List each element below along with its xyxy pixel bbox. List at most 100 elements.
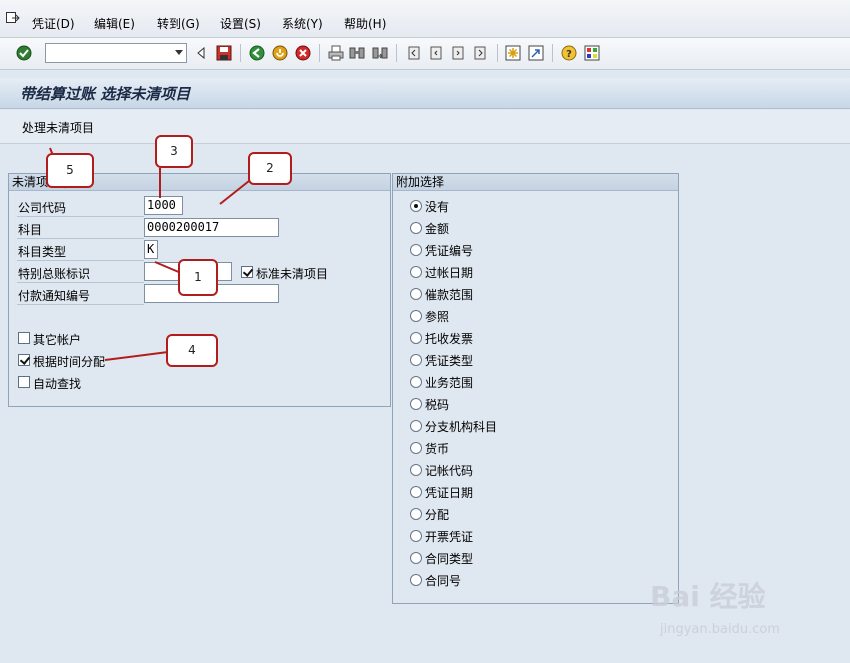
- callout-4: 4: [166, 334, 218, 367]
- account-type-label: 科目类型: [18, 245, 67, 259]
- radio-option[interactable]: [410, 288, 422, 300]
- radio-option-label: 记帐代码: [425, 464, 474, 478]
- toolbar-separator: [497, 44, 498, 62]
- radio-option[interactable]: [410, 420, 422, 432]
- menu-system[interactable]: 系统(Y): [282, 15, 323, 32]
- account-type-field[interactable]: K: [144, 240, 158, 259]
- additional-selections-title: 附加选择: [393, 174, 678, 191]
- first-page-icon[interactable]: [406, 45, 422, 61]
- callout-5: 5: [46, 153, 94, 188]
- radio-option-label: 金额: [425, 222, 450, 236]
- radio-option[interactable]: [410, 244, 422, 256]
- radio-option[interactable]: [410, 200, 422, 212]
- next-page-icon[interactable]: [450, 45, 466, 61]
- radio-option-label: 业务范围: [425, 376, 474, 390]
- menu-document[interactable]: 凭证(D): [32, 15, 75, 32]
- callout-2: 2: [248, 152, 292, 185]
- radio-option-label: 托收发票: [425, 332, 474, 346]
- standard-oi-checkbox[interactable]: [241, 266, 253, 278]
- radio-option-label: 凭证类型: [425, 354, 474, 368]
- radio-option-label: 参照: [425, 310, 450, 324]
- payment-advice-label: 付款通知编号: [18, 289, 91, 303]
- radio-option[interactable]: [410, 332, 422, 344]
- help-icon[interactable]: ?: [561, 45, 577, 61]
- prev-page-icon[interactable]: [428, 45, 444, 61]
- account-label: 科目: [18, 223, 43, 237]
- application-toolbar: 处理未清项目: [0, 110, 850, 144]
- radio-option[interactable]: [410, 266, 422, 278]
- label-underline: [17, 216, 144, 217]
- menu-exit-icon[interactable]: [6, 12, 20, 24]
- radio-option-label: 分支机构科目: [425, 420, 498, 434]
- special-gl-label: 特别总账标识: [18, 267, 91, 281]
- radio-option[interactable]: [410, 552, 422, 564]
- standard-oi-label: 标准未清项目: [256, 267, 329, 281]
- company-code-label: 公司代码: [18, 201, 67, 215]
- standard-toolbar: ?: [0, 38, 850, 70]
- baidu-watermark: Bai 经验: [650, 580, 766, 613]
- radio-option[interactable]: [410, 486, 422, 498]
- radio-option[interactable]: [410, 530, 422, 542]
- process-open-items-button[interactable]: 处理未清项目: [22, 119, 94, 136]
- radio-option-label: 货币: [425, 442, 450, 456]
- toolbar-separator: [552, 44, 553, 62]
- enter-icon[interactable]: [16, 45, 32, 61]
- menu-settings[interactable]: 设置(S): [220, 15, 261, 32]
- menu-bar: 凭证(D) 编辑(E) 转到(G) 设置(S) 系统(Y) 帮助(H): [0, 0, 850, 38]
- layout-icon[interactable]: [584, 45, 600, 61]
- radio-option[interactable]: [410, 310, 422, 322]
- automatic-search-label: 自动查找: [33, 377, 82, 391]
- command-field[interactable]: [45, 43, 187, 63]
- other-accounts-label: 其它帐户: [33, 333, 82, 347]
- radio-option[interactable]: [410, 464, 422, 476]
- additional-selections-group: 附加选择 没有 金额 凭证编号 过帐日期 催款范围 参照 托收发票 凭证类型 业务范围 税码 分支机…: [392, 173, 679, 604]
- exit-icon[interactable]: [272, 45, 288, 61]
- svg-text:?: ?: [566, 49, 572, 60]
- menu-help[interactable]: 帮助(H): [344, 15, 386, 32]
- radio-option-label: 税码: [425, 398, 450, 412]
- label-underline: [17, 282, 144, 283]
- back-icon[interactable]: [193, 45, 209, 61]
- company-code-field[interactable]: 1000: [144, 196, 183, 215]
- distribute-by-age-label: 根据时间分配: [33, 355, 106, 369]
- last-page-icon[interactable]: [472, 45, 488, 61]
- menu-edit[interactable]: 编辑(E): [94, 15, 135, 32]
- radio-option-label: 合同类型: [425, 552, 474, 566]
- distribute-by-age-checkbox[interactable]: [18, 354, 30, 366]
- toolbar-separator: [319, 44, 320, 62]
- radio-option-label: 开票凭证: [425, 530, 474, 544]
- new-session-icon[interactable]: [505, 45, 521, 61]
- radio-option-label: 合同号: [425, 574, 462, 588]
- save-icon[interactable]: [216, 45, 232, 61]
- callout-1: 1: [178, 259, 218, 296]
- other-accounts-checkbox[interactable]: [18, 332, 30, 344]
- radio-option[interactable]: [410, 354, 422, 366]
- radio-option[interactable]: [410, 442, 422, 454]
- shortcut-icon[interactable]: [528, 45, 544, 61]
- back-green-icon[interactable]: [249, 45, 265, 61]
- page-title: 带结算过账 选择未清项目: [20, 85, 191, 103]
- radio-option-label: 凭证编号: [425, 244, 474, 258]
- radio-option[interactable]: [410, 508, 422, 520]
- radio-option-label: 凭证日期: [425, 486, 474, 500]
- baidu-watermark-url: jingyan.baidu.com: [660, 622, 780, 637]
- label-underline: [17, 238, 144, 239]
- radio-option[interactable]: [410, 574, 422, 586]
- radio-option[interactable]: [410, 398, 422, 410]
- callout-3: 3: [155, 135, 193, 168]
- find-next-icon[interactable]: [372, 45, 388, 61]
- account-field[interactable]: 0000200017: [144, 218, 279, 237]
- label-underline: [17, 260, 144, 261]
- menu-goto[interactable]: 转到(G): [157, 15, 200, 32]
- chevron-down-icon[interactable]: [175, 50, 183, 55]
- radio-option-label: 催款范围: [425, 288, 474, 302]
- radio-option[interactable]: [410, 376, 422, 388]
- radio-option-label: 过帐日期: [425, 266, 474, 280]
- radio-option[interactable]: [410, 222, 422, 234]
- screen-title-bar: 带结算过账 选择未清项目: [0, 78, 850, 109]
- find-icon[interactable]: [349, 45, 365, 61]
- print-icon[interactable]: [328, 45, 344, 61]
- automatic-search-checkbox[interactable]: [18, 376, 30, 388]
- radio-option-label: 分配: [425, 508, 450, 522]
- cancel-icon[interactable]: [295, 45, 311, 61]
